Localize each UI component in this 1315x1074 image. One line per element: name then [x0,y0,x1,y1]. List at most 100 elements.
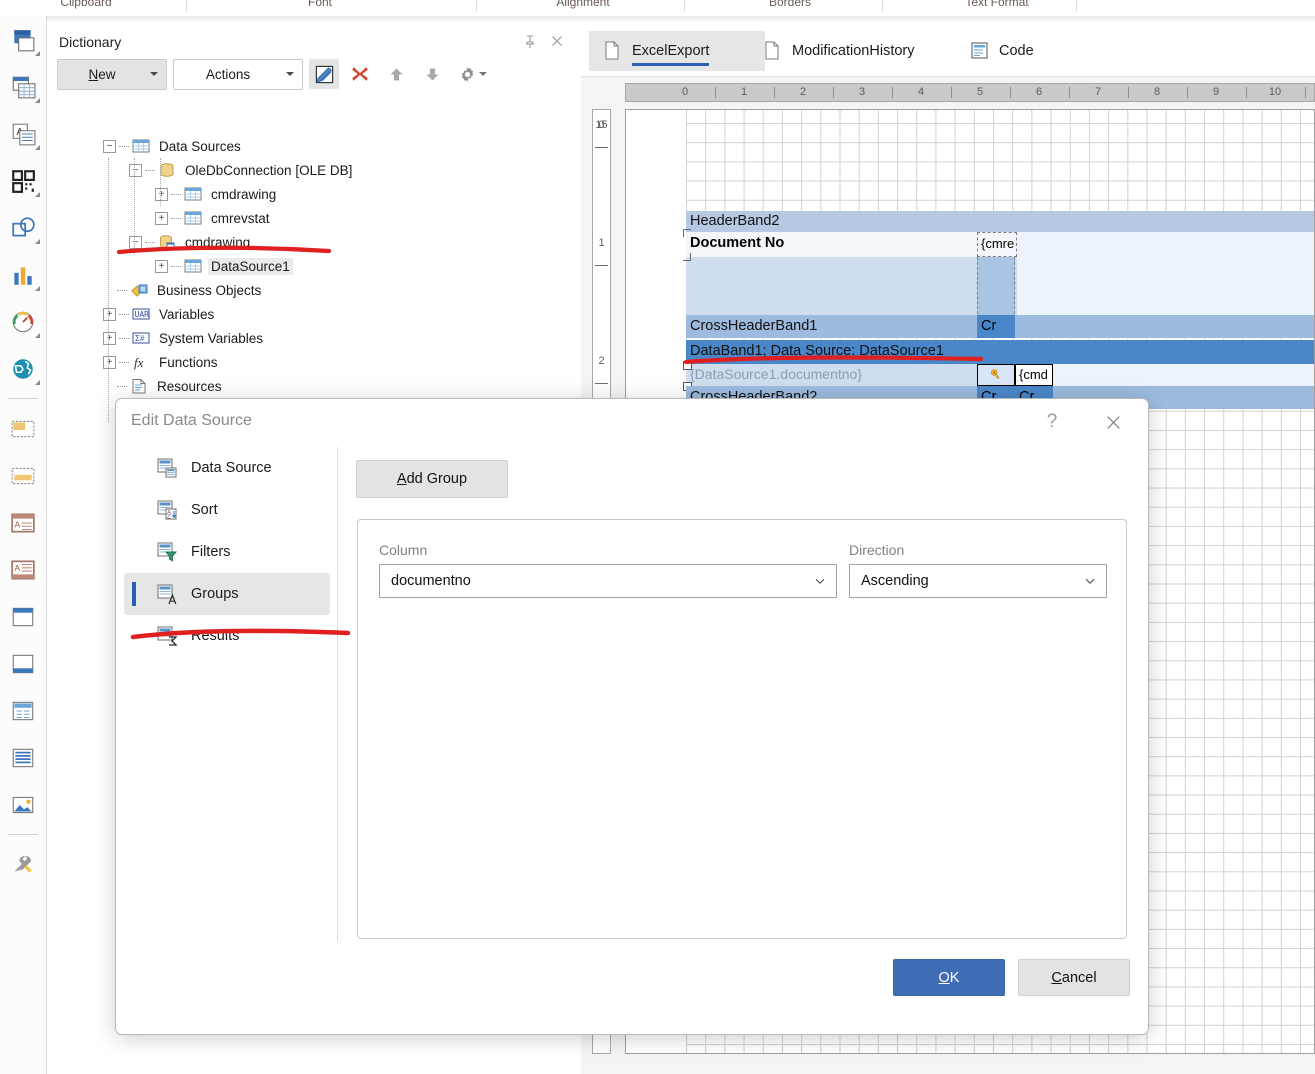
ok-button[interactable]: OK [893,959,1005,996]
tab-modificationhistory[interactable]: ModificationHistory [749,31,973,71]
chart-component-icon[interactable] [0,251,46,298]
tree-expander-plus[interactable]: + [103,331,116,345]
dialog-nav-item-results[interactable]: Results [124,615,330,657]
dropdown-corner-icon[interactable] [35,192,40,197]
dictionary-tree[interactable]: − Data Sources − OleDbConnection [OLE DB] + c… [103,134,573,422]
tab-label: Code [999,43,1034,59]
dialog-nav-item-sort[interactable]: A Z Sort [124,489,330,531]
map-component-icon[interactable] [0,345,46,392]
move-down-icon[interactable] [417,59,447,89]
components-toolbar[interactable]: A A A [0,16,47,1074]
text-component-icon[interactable]: A [0,110,46,157]
ribbon-group-labels-strip: Clipboard Font Alignment Borders Text Format [0,0,1315,17]
data-band-icon[interactable] [0,687,46,734]
dialog-nav-label: Groups [191,586,239,602]
move-up-icon[interactable] [381,59,411,89]
band-databand1[interactable]: DataBand1; Data Source: DataSource1 [686,340,1314,364]
tree-node-cmdrawing[interactable]: + cmdrawing [103,182,573,206]
dropdown-corner-icon[interactable] [35,145,40,150]
band-headerband2[interactable]: HeaderBand2 [686,211,1314,232]
cmdrawing-data-textbox[interactable]: {cmd [1015,364,1053,386]
direction-select[interactable]: Ascending [849,564,1107,598]
tree-node-cmrevstat[interactable]: + cmrevstat [103,206,573,230]
tools-icon[interactable] [0,841,46,888]
close-icon[interactable] [549,33,565,49]
help-icon[interactable]: ? [1036,407,1068,437]
tree-node-resources[interactable]: Resources [103,374,573,398]
dropdown-corner-icon[interactable] [35,98,40,103]
delete-cross-icon[interactable] [345,59,375,89]
data-cell-with-warning[interactable] [977,364,1015,386]
shape-component-icon[interactable] [0,204,46,251]
dialog-nav-list[interactable]: Data Source A Z Sort Filters Groups Results [116,447,338,987]
report-title-band-icon[interactable] [0,405,46,452]
dropdown-corner-icon[interactable] [35,51,40,56]
tree-node-datasource1[interactable]: + DataSource1 [103,254,573,278]
tree-node-system-variables[interactable]: + Σ# System Variables [103,326,573,350]
tree-expander-plus[interactable]: + [155,187,168,201]
barcode-component-icon[interactable] [0,157,46,204]
panel-component-icon[interactable] [0,16,46,63]
table-component-icon[interactable] [0,63,46,110]
actions-button[interactable]: Actions [173,58,303,90]
dialog-nav-item-filters[interactable]: Filters [124,531,330,573]
datasource-documentno-textbox[interactable]: {DataSource1.documentno} [686,364,977,386]
child-band-icon[interactable] [0,734,46,781]
cross-cell-1[interactable]: Cr [977,315,1015,338]
cancel-rest: ancel [1061,969,1097,986]
new-button[interactable]: New [57,58,167,90]
tree-expander-plus[interactable]: + [155,259,168,273]
chart-component-icon [14,266,32,285]
svg-text:fx: fx [134,355,144,370]
ruler-tick-label: 2 [598,355,605,367]
dropdown-corner-icon[interactable] [35,380,40,385]
cancel-button[interactable]: Cancel [1018,959,1130,996]
cross-column-strip[interactable] [977,257,1015,324]
tree-expander-plus[interactable]: + [155,211,168,225]
group-header-band-icon[interactable] [0,593,46,640]
warning-key-icon [991,369,1000,380]
dropdown-corner-icon[interactable] [35,333,40,338]
ruler-tick [595,383,608,384]
dialog-nav-item-groups[interactable]: Groups [124,573,330,615]
report-summary-band-icon[interactable] [0,452,46,499]
tree-node-variables[interactable]: + UAR Variables [103,302,573,326]
tree-expander-plus[interactable]: + [103,355,116,369]
tree-expander-minus[interactable]: − [129,235,142,249]
gear-icon[interactable] [453,59,491,89]
tree-node-data-sources[interactable]: − Data Sources [103,134,573,158]
tab-code[interactable]: Code [956,31,1088,71]
tab-excelexport[interactable]: ExcelExport [589,31,765,71]
ruler-tick-label: 7 [1094,86,1102,98]
page-footer-band-icon[interactable]: A [0,546,46,593]
tree-connector [145,169,155,171]
document-no-textbox[interactable]: Document No [683,229,1017,261]
dictionary-toolbar[interactable]: New Actions [57,57,491,91]
report-pages-tabbar[interactable]: ExcelExport ModificationHistory Code [581,26,1315,76]
tree-expander-minus[interactable]: − [103,139,116,153]
tree-node-functions[interactable]: + fx Functions [103,350,573,374]
ribbon-group-text-format: Text Format [965,0,1029,9]
picture-component-icon[interactable] [0,781,46,828]
selection-handle[interactable] [683,361,692,370]
tree-node-oledbconnection-ole-db[interactable]: − OleDbConnection [OLE DB] [103,158,573,182]
tree-node-business-objects[interactable]: Business Objects [103,278,573,302]
tree-expander-plus[interactable]: + [103,307,116,321]
dialog-nav-item-data-source[interactable]: Data Source [124,447,330,489]
tree-expander-minus[interactable]: − [129,163,142,177]
cmrevstat-header-textbox[interactable]: {cmre [977,232,1017,257]
pin-icon[interactable] [521,34,537,50]
add-group-button[interactable]: Add Group [356,460,508,498]
group-footer-band-icon[interactable] [0,640,46,687]
variables-icon: UAR [132,308,150,320]
edit-pencil-icon[interactable] [309,59,339,89]
dropdown-corner-icon[interactable] [35,239,40,244]
gauge-component-icon[interactable] [0,298,46,345]
close-icon[interactable] [1097,407,1129,437]
tree-node-cmdrawing[interactable]: − cmdrawing [103,230,573,254]
dropdown-corner-icon[interactable] [35,286,40,291]
page-header-band-icon[interactable]: A [0,499,46,546]
tree-connector [119,145,129,147]
column-select[interactable]: documentno [379,564,837,598]
tools-icon [14,855,32,873]
